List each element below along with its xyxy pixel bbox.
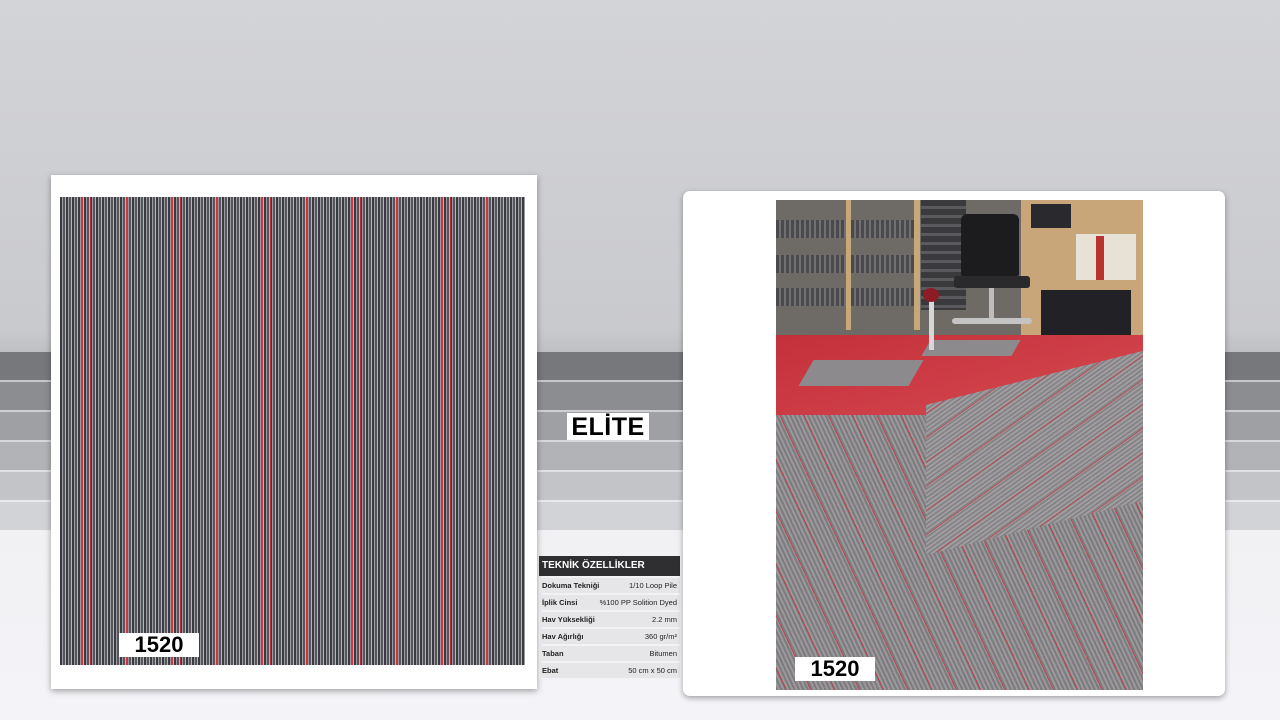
spec-label: Taban <box>542 649 564 658</box>
product-code-label-right: 1520 <box>795 657 875 681</box>
brand-name: ELİTE <box>567 413 649 441</box>
product-code-label-left: 1520 <box>119 633 199 657</box>
spec-row: Hav Yüksekliği 2.2 mm <box>539 612 680 627</box>
spec-value: 360 gr/m² <box>644 632 677 641</box>
chair-pole <box>989 288 994 322</box>
carpet-tile-swatch-image <box>60 197 525 665</box>
room-photo-card <box>683 191 1225 696</box>
book-spine <box>1096 236 1104 280</box>
grey-carpet-tile <box>798 360 924 386</box>
spec-label: İplik Cinsi <box>542 598 578 607</box>
shelf-post <box>914 200 920 330</box>
flower-vase <box>929 300 934 350</box>
technical-specs-table: TEKNİK ÖZELLİKLER Dokuma Tekniği 1/10 Lo… <box>539 556 680 678</box>
spec-label: Hav Ağırlığı <box>542 632 584 641</box>
spec-value: 2.2 mm <box>651 615 677 624</box>
spec-value: Bitumen <box>649 649 677 658</box>
installed-carpet-room-photo <box>776 200 1143 690</box>
spec-label: Dokuma Tekniği <box>542 581 600 590</box>
spec-row: Taban Bitumen <box>539 646 680 661</box>
spec-value: 1/10 Loop Pile <box>629 581 677 590</box>
spec-row: Ebat 50 cm x 50 cm <box>539 663 680 678</box>
shelf-post <box>846 200 851 330</box>
sample-boxes <box>1041 290 1131 335</box>
catalog-books <box>1076 234 1136 280</box>
red-flower <box>923 288 939 302</box>
chair-seat <box>954 276 1030 288</box>
spec-value: 50 cm x 50 cm <box>628 666 677 675</box>
bookshelf <box>1021 200 1143 345</box>
carpet-swatch-card <box>51 175 537 689</box>
spec-value: %100 PP Solition Dyed <box>599 598 677 607</box>
spec-row: İplik Cinsi %100 PP Solition Dyed <box>539 595 680 610</box>
office-chair <box>961 214 1019 276</box>
spec-row: Hav Ağırlığı 360 gr/m² <box>539 629 680 644</box>
spec-label: Hav Yüksekliği <box>542 615 595 624</box>
spec-label: Ebat <box>542 666 559 675</box>
chair-base <box>952 318 1032 324</box>
specs-title: TEKNİK ÖZELLİKLER <box>539 556 680 576</box>
grey-carpet-tile <box>921 340 1021 356</box>
binder <box>1031 204 1071 228</box>
spec-row: Dokuma Tekniği 1/10 Loop Pile <box>539 578 680 593</box>
